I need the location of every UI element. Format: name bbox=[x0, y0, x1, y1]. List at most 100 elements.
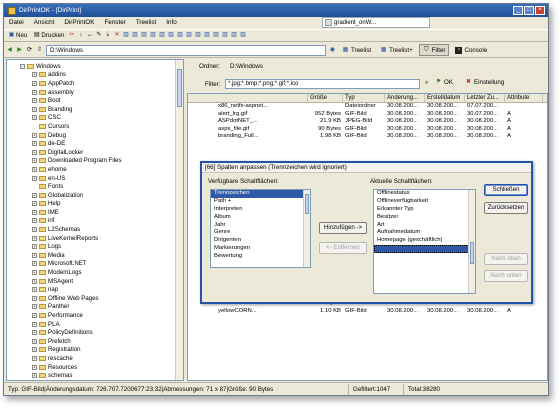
file-row[interactable] bbox=[188, 149, 547, 157]
column-header[interactable]: Größe bbox=[308, 94, 343, 102]
current-scrollbar[interactable] bbox=[468, 190, 475, 293]
forward-icon[interactable]: ▶ bbox=[16, 47, 23, 54]
column-header[interactable]: Änderung... bbox=[385, 94, 425, 102]
col-10-icon[interactable]: ▥ bbox=[203, 32, 210, 39]
expand-toggle-icon[interactable]: + bbox=[32, 373, 37, 379]
filter-button[interactable]: ⛉ Filter bbox=[418, 44, 450, 56]
expand-toggle-icon[interactable]: + bbox=[32, 347, 37, 353]
close-button[interactable]: × bbox=[535, 6, 545, 15]
expand-toggle-icon[interactable]: + bbox=[32, 304, 37, 310]
tree-item[interactable]: + Globalization bbox=[10, 191, 183, 200]
close-dialog-button[interactable]: Schließen bbox=[484, 184, 528, 196]
tree-item[interactable]: + rescache bbox=[10, 354, 183, 363]
cut-icon[interactable]: ✂ bbox=[68, 32, 75, 39]
remove-button[interactable]: <- Entfernen bbox=[319, 242, 367, 254]
col-8-icon[interactable]: ▥ bbox=[185, 32, 192, 39]
available-item[interactable]: Markierungen bbox=[211, 245, 310, 253]
available-item[interactable]: Bewertung bbox=[211, 253, 310, 261]
tree-item[interactable]: + nap bbox=[10, 285, 183, 294]
col-5-icon[interactable]: ▥ bbox=[158, 32, 165, 39]
available-item[interactable]: Path + bbox=[211, 198, 310, 206]
tree-item[interactable]: + Boot bbox=[10, 96, 183, 105]
available-item[interactable]: Jahr bbox=[211, 222, 310, 230]
menu-dirprintok[interactable]: DirPrintOK bbox=[59, 19, 99, 26]
col-11-icon[interactable]: ▥ bbox=[212, 32, 219, 39]
expand-toggle-icon[interactable]: + bbox=[32, 321, 37, 327]
available-scrollbar[interactable] bbox=[303, 190, 310, 267]
expand-toggle-icon[interactable]: + bbox=[32, 244, 37, 250]
file-row[interactable]: alert_lrg.gif 952 Bytes GIF-Bild 30.08.200.… bbox=[188, 111, 547, 119]
tree-item[interactable]: + Resources bbox=[10, 363, 183, 372]
expand-toggle-icon[interactable]: + bbox=[32, 313, 37, 319]
tree-item[interactable]: + Media bbox=[10, 251, 183, 260]
goto-icon[interactable]: ◉ bbox=[329, 47, 336, 54]
column-header[interactable]: Typ bbox=[343, 94, 385, 102]
tree-item[interactable]: + Branding bbox=[10, 105, 183, 114]
current-item[interactable]: Besitzer bbox=[374, 214, 475, 222]
sync-icon[interactable]: ⟳ bbox=[26, 47, 33, 54]
expand-toggle-icon[interactable]: + bbox=[32, 72, 37, 78]
tree-item[interactable]: + schemas bbox=[10, 371, 183, 380]
current-item[interactable]: Erkannter Typ bbox=[374, 206, 475, 214]
available-item[interactable]: Dirigenten bbox=[211, 237, 310, 245]
tree-item[interactable]: + Downloaded Program Files bbox=[10, 157, 183, 166]
menu-fenster[interactable]: Fenster bbox=[99, 19, 130, 26]
current-item[interactable]: Offlinestatus bbox=[374, 190, 475, 198]
expand-toggle-icon[interactable]: + bbox=[32, 98, 37, 104]
tree-item[interactable]: + Microsoft.NET bbox=[10, 260, 183, 269]
column-header[interactable] bbox=[188, 94, 308, 102]
col-4-icon[interactable]: ▥ bbox=[149, 32, 156, 39]
tree-item[interactable]: + en-US bbox=[10, 174, 183, 183]
expand-toggle-icon[interactable]: + bbox=[32, 355, 37, 361]
move-up-button[interactable]: Nach oben bbox=[484, 253, 528, 265]
col-2-icon[interactable]: ▥ bbox=[131, 32, 138, 39]
expand-toggle-icon[interactable]: + bbox=[32, 227, 37, 233]
tree-item[interactable]: + PLA bbox=[10, 320, 183, 329]
file-row[interactable]: x86_netfx-aspnet... Dateiordner 30.08.200.… bbox=[188, 103, 547, 111]
expand-toggle-icon[interactable]: + bbox=[32, 89, 37, 95]
current-item[interactable]: Aufnahmedatum bbox=[374, 229, 475, 237]
expand-toggle-icon[interactable]: + bbox=[32, 235, 37, 241]
tree-item[interactable]: + Registration bbox=[10, 346, 183, 355]
address-field[interactable]: D:\Windows bbox=[46, 44, 326, 56]
reset-button[interactable]: Zurücksetzen bbox=[484, 202, 528, 214]
tree-scroll-thumb[interactable] bbox=[177, 69, 182, 107]
available-list[interactable]: Trennzeichen Path + Interpreten Album Jahr Ge… bbox=[210, 189, 311, 268]
expand-toggle-icon[interactable]: + bbox=[32, 295, 37, 301]
settings-button[interactable]: ✖ Einstellung bbox=[465, 79, 504, 86]
move-down-button[interactable]: Nach unten bbox=[484, 270, 528, 282]
tree-item[interactable]: + LiveKernelReports bbox=[10, 234, 183, 243]
file-row[interactable] bbox=[188, 141, 547, 149]
swap-icon[interactable]: ↔ bbox=[86, 32, 93, 39]
tree-item[interactable]: + L2Schemas bbox=[10, 225, 183, 234]
current-item[interactable]: Art bbox=[374, 222, 475, 230]
expand-toggle-icon[interactable]: + bbox=[32, 252, 37, 258]
tree-item[interactable]: + inf bbox=[10, 217, 183, 226]
expand-toggle-icon[interactable]: + bbox=[32, 141, 37, 147]
expand-toggle-icon[interactable]: + bbox=[32, 201, 37, 207]
current-list[interactable]: Offlinestatus Offlineverfügbarkeit Erkannt… bbox=[373, 189, 476, 294]
delete-icon[interactable]: ✕ bbox=[113, 32, 120, 39]
current-item[interactable]: Offlineverfügbarkeit bbox=[374, 198, 475, 206]
available-scroll-thumb[interactable] bbox=[305, 194, 309, 214]
tree-item[interactable]: + CSC bbox=[10, 114, 183, 123]
sort-icon[interactable]: ↓ bbox=[77, 32, 84, 39]
tree-item[interactable]: + de-DE bbox=[10, 139, 183, 148]
minimize-button[interactable]: _ bbox=[513, 6, 523, 15]
col-14-icon[interactable]: ▥ bbox=[239, 32, 246, 39]
new-button[interactable]: ▣ Neu bbox=[6, 30, 29, 41]
expand-toggle-icon[interactable]: + bbox=[32, 218, 37, 224]
expand-toggle-icon[interactable]: + bbox=[32, 209, 37, 215]
tree-item[interactable]: + AppPatch bbox=[10, 79, 183, 88]
available-item[interactable]: Album bbox=[211, 214, 310, 222]
treelist-button[interactable]: ▦ Treelist bbox=[339, 44, 374, 56]
column-header[interactable]: Attribute bbox=[505, 94, 543, 102]
expand-toggle-icon[interactable]: + bbox=[32, 364, 37, 370]
tree-item[interactable]: + ehome bbox=[10, 165, 183, 174]
col-1-icon[interactable]: ▥ bbox=[122, 32, 129, 39]
tree-item[interactable]: + PolicyDefinitions bbox=[10, 328, 183, 337]
col-3-icon[interactable]: ▥ bbox=[140, 32, 147, 39]
expand-toggle-icon[interactable]: + bbox=[32, 261, 37, 267]
expand-toggle-icon[interactable]: + bbox=[32, 278, 37, 284]
col-13-icon[interactable]: ▥ bbox=[230, 32, 237, 39]
